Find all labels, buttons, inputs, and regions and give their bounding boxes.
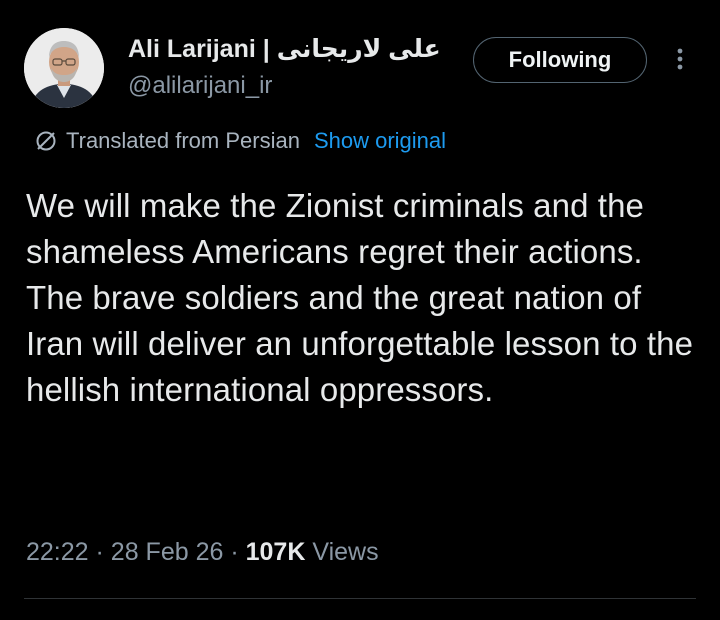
- views-count[interactable]: 107K: [246, 538, 306, 566]
- author-display-name[interactable]: Ali Larijani: [128, 35, 256, 63]
- tweet-text: We will make the Zionist criminals and t…: [26, 183, 696, 413]
- translation-bar: Translated from Persian Show original: [34, 126, 446, 156]
- author-handle[interactable]: @alilarijani_ir: [128, 72, 272, 100]
- author-avatar[interactable]: [24, 28, 104, 108]
- following-button[interactable]: Following: [473, 37, 647, 83]
- name-separator: |: [262, 35, 270, 63]
- vertical-ellipsis-icon[interactable]: [668, 44, 692, 74]
- tweet-card: Ali Larijani | علی لاریجانی @alilarijani…: [0, 0, 720, 620]
- divider: [24, 598, 696, 599]
- meta-dot: ·: [95, 538, 104, 566]
- author-display-name-persian[interactable]: علی لاریجانی: [277, 35, 441, 63]
- meta-dot: ·: [230, 538, 239, 566]
- tweet-paragraph: We will make the Zionist criminals and t…: [26, 187, 644, 270]
- tweet-meta: 22:22 · 28 Feb 26 · 107K Views: [26, 538, 379, 567]
- views-label[interactable]: Views: [312, 538, 378, 566]
- show-original-link[interactable]: Show original: [314, 128, 446, 154]
- translated-from-label: Translated from Persian: [66, 128, 300, 153]
- tweet-time[interactable]: 22:22: [26, 538, 89, 566]
- profile-photo-icon: [24, 28, 104, 108]
- globe-slash-icon: [34, 129, 58, 153]
- author-name-row[interactable]: Ali Larijani | علی لاریجانی: [128, 34, 441, 64]
- tweet-date[interactable]: 28 Feb 26: [111, 538, 224, 566]
- tweet-paragraph: The brave soldiers and the great nation …: [26, 279, 694, 408]
